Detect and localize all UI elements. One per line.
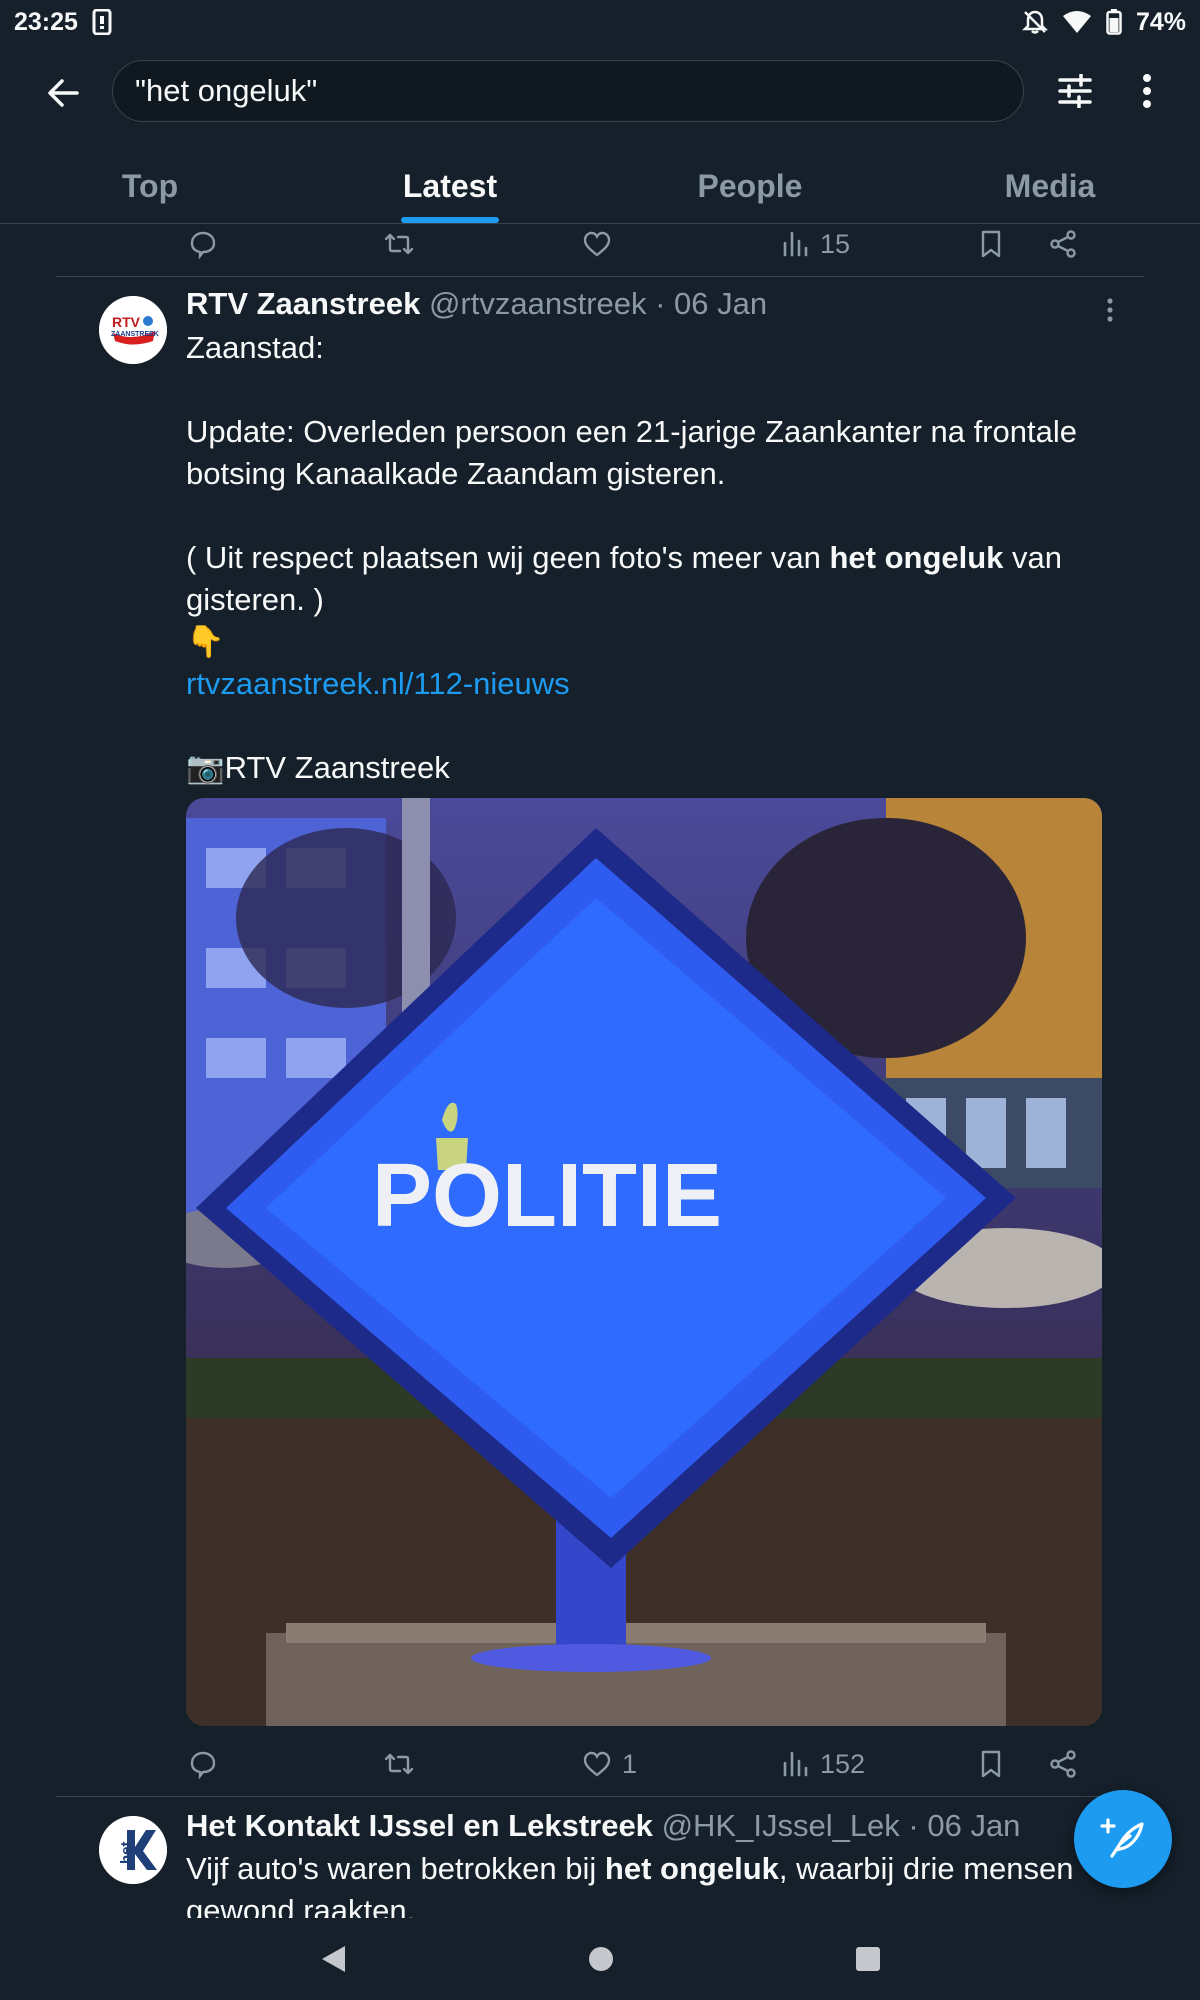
repost-icon xyxy=(384,233,414,255)
compose-button[interactable] xyxy=(1074,1790,1172,1888)
nav-home-button[interactable] xyxy=(587,1945,615,1973)
highlight-term: het ongeluk xyxy=(604,1851,779,1886)
rtv-zaanstreek-logo: RTV ZAANSTREEK xyxy=(99,296,167,364)
tweet-image[interactable]: POLITIE xyxy=(186,798,1102,1726)
avatar[interactable]: RTV ZAANSTREEK xyxy=(99,296,167,364)
share-icon xyxy=(1050,230,1076,258)
search-input[interactable]: "het ongeluk" xyxy=(112,60,1024,122)
analytics-icon xyxy=(783,231,808,257)
bookmark-icon xyxy=(981,230,1001,258)
tweet-line: Zaanstad: xyxy=(186,330,324,365)
like-button[interactable] xyxy=(582,229,612,259)
reply-button[interactable] xyxy=(188,229,218,259)
screenshot-icon xyxy=(92,9,112,35)
feather-plus-icon xyxy=(1100,1818,1144,1858)
sliders-icon xyxy=(1058,74,1092,108)
back-button[interactable] xyxy=(40,70,86,116)
filter-button[interactable] xyxy=(1052,68,1098,114)
svg-text:ZAANSTREEK: ZAANSTREEK xyxy=(111,331,159,338)
square-recents-icon xyxy=(856,1947,880,1971)
tweet-line: Update: Overleden persoon een 21-jarige … xyxy=(186,414,1077,491)
author-handle-date[interactable]: @rtvzaanstreek · 06 Jan xyxy=(429,286,767,321)
views-button[interactable]: 15 xyxy=(780,229,850,260)
het-kontakt-logo: het xyxy=(99,1816,167,1884)
tweet-more-button[interactable] xyxy=(1100,290,1120,330)
battery-level: 74% xyxy=(1135,7,1186,36)
bookmark-icon xyxy=(981,1750,1001,1778)
tab-people[interactable]: People xyxy=(600,150,900,223)
svg-text:RTV: RTV xyxy=(112,314,141,330)
more-options-button[interactable] xyxy=(1132,68,1162,114)
arrow-left-icon xyxy=(48,79,79,107)
sign-text: POLITIE xyxy=(372,1146,722,1246)
repost-icon xyxy=(384,1753,414,1775)
bookmark-button[interactable] xyxy=(976,1749,1006,1779)
vertical-dots-icon xyxy=(1107,298,1113,322)
heart-icon xyxy=(583,231,611,257)
tab-top[interactable]: Top xyxy=(0,150,300,223)
views-button[interactable]: 152 xyxy=(780,1749,865,1780)
tweet-divider xyxy=(56,1796,1144,1797)
tweet-divider xyxy=(56,276,1144,277)
tweet-line: ( Uit respect plaatsen wij geen foto's m… xyxy=(186,540,1063,617)
tab-media[interactable]: Media xyxy=(900,150,1200,223)
repost-button[interactable] xyxy=(384,1749,414,1779)
tweet-text: Zaanstad: Update: Overleden persoon een … xyxy=(186,327,1116,789)
reply-button[interactable] xyxy=(188,1749,218,1779)
system-navbar xyxy=(0,1918,1200,2000)
bookmark-button[interactable] xyxy=(976,229,1006,259)
triangle-back-icon xyxy=(322,1946,345,1972)
analytics-icon xyxy=(783,1751,808,1777)
reply-icon xyxy=(190,1751,216,1779)
clock: 23:25 xyxy=(14,7,78,36)
views-count: 15 xyxy=(820,228,851,259)
search-tabs: Top Latest People Media xyxy=(0,150,1200,224)
svg-text:het: het xyxy=(118,1841,135,1864)
prev-tweet-actions: 15 xyxy=(186,222,1106,266)
heart-icon xyxy=(583,1751,611,1777)
tab-latest[interactable]: Latest xyxy=(300,150,600,223)
pointing-down-emoji: 👇 xyxy=(186,624,225,659)
tweet-header: RTV Zaanstreek @rtvzaanstreek · 06 Jan xyxy=(186,286,767,322)
avatar[interactable]: het xyxy=(99,1816,167,1884)
author-name[interactable]: RTV Zaanstreek xyxy=(186,286,420,321)
views-count: 152 xyxy=(820,1748,866,1779)
reply-icon xyxy=(190,231,216,259)
tweet-actions: 1 152 xyxy=(186,1742,1106,1786)
highlight-term: het ongeluk xyxy=(829,540,1004,575)
bell-off-icon xyxy=(1021,9,1048,35)
author-handle-date[interactable]: @HK_IJssel_Lek · 06 Jan xyxy=(662,1808,1021,1843)
circle-home-icon xyxy=(589,1947,613,1971)
tweet-link[interactable]: rtvzaanstreek.nl/112-nieuws xyxy=(186,666,570,701)
tweet-header: Het Kontakt IJssel en Lekstreek @HK_IJss… xyxy=(186,1808,1020,1844)
nav-recents-button[interactable] xyxy=(855,1946,881,1972)
like-button[interactable]: 1 xyxy=(582,1749,637,1780)
search-query: "het ongeluk" xyxy=(135,73,318,108)
wifi-icon xyxy=(1062,10,1092,34)
share-button[interactable] xyxy=(1048,229,1078,259)
photo-credit: 📷RTV Zaanstreek xyxy=(186,750,450,785)
author-name[interactable]: Het Kontakt IJssel en Lekstreek xyxy=(186,1808,653,1843)
vertical-dots-icon xyxy=(1143,74,1151,108)
status-bar: 23:25 74% xyxy=(0,0,1200,44)
share-button[interactable] xyxy=(1048,1749,1078,1779)
tweet-text: Vijf auto's waren betrokken bij het onge… xyxy=(186,1848,1116,1918)
repost-button[interactable] xyxy=(384,229,414,259)
battery-icon xyxy=(1106,9,1122,35)
share-icon xyxy=(1050,1750,1076,1778)
tweet-line: Vijf auto's waren betrokken bij het onge… xyxy=(186,1851,1074,1918)
politie-sign-photo: POLITIE xyxy=(186,798,1102,1726)
nav-back-button[interactable] xyxy=(319,1944,347,1974)
like-count: 1 xyxy=(622,1748,638,1779)
